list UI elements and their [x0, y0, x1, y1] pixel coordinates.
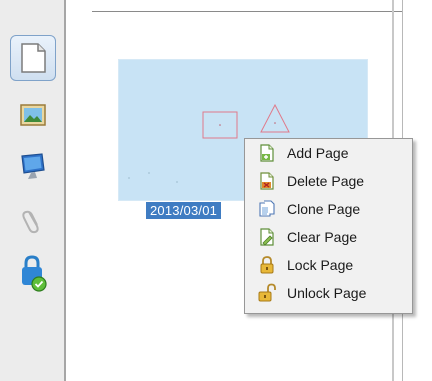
image-icon [20, 104, 46, 126]
unlock-page-icon [258, 283, 276, 302]
unlock-page-label: Unlock Page [287, 285, 367, 301]
lock-check-icon [22, 255, 47, 292]
clear-page-icon [260, 228, 274, 246]
thumbnail-date-label[interactable]: 2013/03/01 [146, 202, 222, 219]
delete-page-icon [260, 172, 274, 190]
clone-page-label: Clone Page [287, 201, 361, 217]
lock-page-label: Lock Page [287, 257, 354, 273]
attachment-tool-button[interactable] [10, 198, 56, 244]
monitor-icon [21, 153, 45, 179]
clear-page-label: Clear Page [287, 229, 358, 245]
clone-page-icon [259, 200, 275, 217]
add-page-menu-item[interactable]: Add Page [251, 139, 408, 167]
page-context-menu: Add Page Delete Page Clone Page Clear Pa… [244, 138, 413, 314]
add-page-icon [260, 144, 274, 162]
unlock-page-menu-item[interactable]: Unlock Page [251, 279, 408, 307]
blank-page-tool-button[interactable] [10, 35, 56, 81]
paperclip-icon [22, 210, 39, 234]
delete-page-label: Delete Page [287, 173, 365, 189]
side-toolbar [0, 0, 64, 381]
image-tool-button[interactable] [10, 92, 56, 138]
lock-page-icon [260, 256, 274, 274]
lock-tool-button[interactable] [10, 250, 56, 296]
add-page-label: Add Page [287, 145, 349, 161]
delete-page-menu-item[interactable]: Delete Page [251, 167, 408, 195]
lock-page-menu-item[interactable]: Lock Page [251, 251, 408, 279]
clear-page-menu-item[interactable]: Clear Page [251, 223, 408, 251]
blank-page-icon [21, 43, 46, 73]
screen-tool-button[interactable] [10, 144, 56, 190]
clone-page-menu-item[interactable]: Clone Page [251, 195, 408, 223]
